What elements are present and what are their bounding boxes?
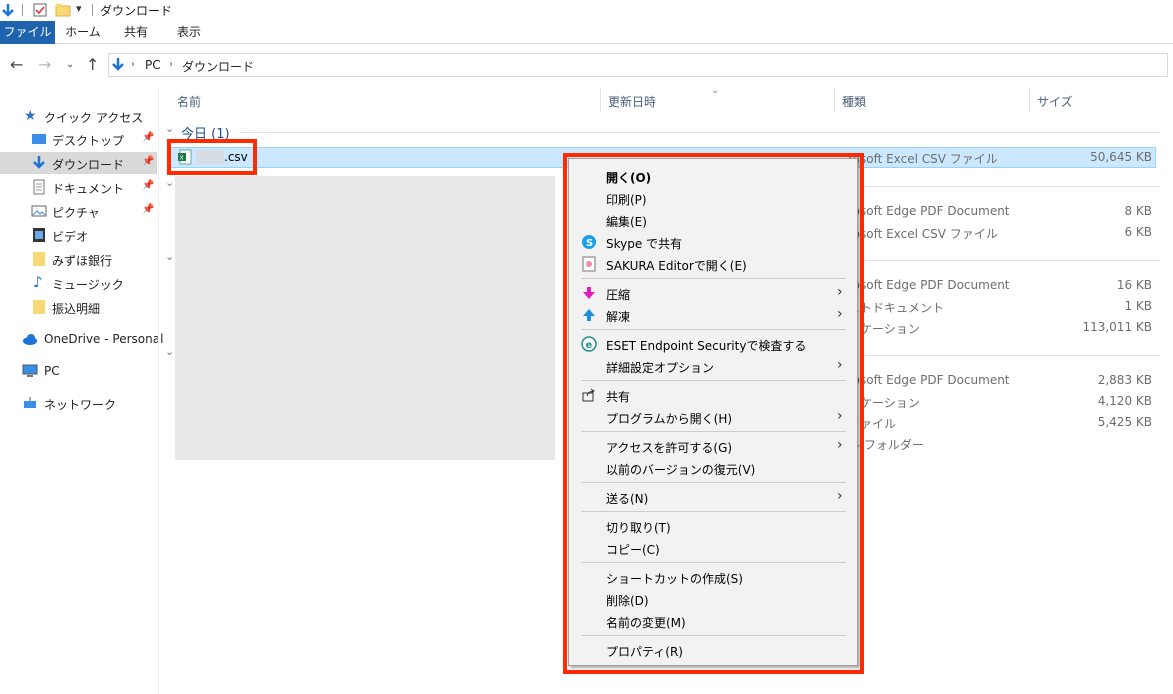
- tab-view[interactable]: 表示: [166, 21, 212, 44]
- group-divider: [860, 260, 1160, 261]
- ribbon-tabs: ファイル ホーム 共有 表示: [0, 21, 1173, 44]
- column-header-modified[interactable]: 更新日時: [608, 93, 656, 110]
- tab-file[interactable]: ファイル: [0, 21, 55, 44]
- collapse-chevron-icon[interactable]: ⌄: [165, 345, 174, 358]
- nav-label: クイック アクセス: [44, 111, 144, 125]
- column-header-size[interactable]: サイズ: [1037, 93, 1073, 110]
- nav-item-music[interactable]: ♪ ミュージック: [0, 272, 157, 294]
- breadcrumb-pc[interactable]: PC: [145, 58, 161, 72]
- folder-icon: [33, 252, 45, 266]
- row-size: 5,425 KB: [1097, 415, 1152, 429]
- star-icon: ★: [24, 108, 37, 124]
- row-type: rosoft Edge PDF Document: [848, 373, 1010, 387]
- nav-label: PC: [44, 364, 60, 378]
- nav-label: ピクチャ: [52, 206, 100, 220]
- row-type: rosoft Excel CSV ファイル: [848, 227, 998, 241]
- file-size: 50,645 KB: [1090, 150, 1152, 164]
- downloads-folder-icon: [112, 58, 124, 71]
- file-type: rosoft Excel CSV ファイル: [848, 152, 998, 166]
- computer-icon: [22, 364, 38, 377]
- column-divider[interactable]: [600, 88, 601, 112]
- network-icon: [24, 397, 36, 408]
- nav-quick-access[interactable]: ★ クイック アクセス: [0, 105, 157, 127]
- group-divider: [860, 186, 1160, 187]
- nav-item-documents[interactable]: ドキュメント 📌: [0, 176, 157, 198]
- breadcrumb-chevron-icon[interactable]: ›: [131, 59, 135, 70]
- desktop-icon: [32, 134, 46, 144]
- nav-label: ネットワーク: [44, 398, 117, 412]
- column-divider[interactable]: [834, 88, 835, 112]
- title-bar: ▾ ダウンロード: [0, 0, 1173, 20]
- column-divider[interactable]: [1029, 88, 1030, 112]
- column-header-name[interactable]: 名前: [177, 93, 201, 110]
- nav-label: OneDrive - Personal: [44, 332, 164, 346]
- nav-item-downloads[interactable]: ダウンロード 📌: [0, 152, 157, 174]
- nav-label: ドキュメント: [52, 182, 125, 196]
- recent-locations-chevron-icon[interactable]: ⌄: [66, 59, 74, 70]
- cloud-icon: [23, 334, 37, 345]
- nav-item-mizuho[interactable]: みずほ銀行: [0, 248, 157, 270]
- breadcrumb-downloads[interactable]: ダウンロード: [182, 58, 254, 75]
- row-size: 8 KB: [1124, 204, 1152, 218]
- highlight-box-menu: [563, 153, 864, 674]
- nav-item-transfer-statements[interactable]: 振込明細: [0, 296, 157, 318]
- pin-icon[interactable]: 📌: [142, 132, 154, 143]
- nav-label: みずほ銀行: [52, 254, 113, 268]
- nav-label: デスクトップ: [52, 134, 125, 148]
- row-size: 4,120 KB: [1097, 394, 1152, 408]
- row-size: 113,011 KB: [1082, 320, 1152, 334]
- row-type: rosoft Edge PDF Document: [848, 204, 1010, 218]
- downloads-icon: [33, 156, 45, 169]
- navigation-pane: ★ クイック アクセス デスクトップ 📌 ダウンロード 📌 ドキュメント 📌 ピ…: [0, 90, 163, 694]
- address-bar[interactable]: [108, 53, 1168, 77]
- nav-label: ビデオ: [52, 230, 89, 244]
- divider: [22, 4, 23, 16]
- nav-pc[interactable]: PC: [0, 360, 157, 382]
- back-arrow-icon[interactable]: ←: [10, 55, 23, 74]
- video-icon: [33, 228, 45, 242]
- tab-home[interactable]: ホーム: [58, 21, 108, 44]
- nav-item-pictures[interactable]: ピクチャ 📌: [0, 200, 157, 222]
- row-size: 16 KB: [1116, 278, 1152, 292]
- folder-icon: [33, 300, 45, 314]
- group-divider: [860, 355, 1160, 356]
- sort-chevron-icon: ⌄: [711, 85, 720, 96]
- row-size: 1 KB: [1124, 299, 1152, 313]
- group-divider: [240, 132, 1160, 133]
- collapse-chevron-icon[interactable]: ⌄: [165, 122, 174, 135]
- new-folder-icon[interactable]: [55, 2, 71, 18]
- collapse-chevron-icon[interactable]: ⌄: [165, 176, 174, 189]
- pin-icon[interactable]: 📌: [142, 180, 154, 191]
- window-title: ダウンロード: [100, 4, 173, 18]
- nav-label: ミュージック: [52, 278, 124, 292]
- pin-icon[interactable]: 📌: [142, 204, 154, 215]
- breadcrumb-chevron-icon[interactable]: ›: [169, 59, 173, 70]
- row-type: rosoft Edge PDF Document: [848, 278, 1010, 292]
- forward-arrow-icon[interactable]: →: [38, 55, 51, 74]
- music-note-icon: ♪: [33, 273, 43, 291]
- column-header-type[interactable]: 種類: [842, 93, 866, 110]
- nav-label: 振込明細: [52, 302, 101, 316]
- pin-icon[interactable]: 📌: [142, 156, 154, 167]
- row-size: 6 KB: [1124, 225, 1152, 239]
- nav-label: ダウンロード: [52, 158, 125, 172]
- collapse-chevron-icon[interactable]: ⌄: [165, 250, 174, 263]
- nav-item-videos[interactable]: ビデオ: [0, 224, 157, 246]
- up-arrow-icon[interactable]: ↑: [86, 55, 99, 74]
- nav-network[interactable]: ネットワーク: [0, 392, 157, 414]
- properties-checkbox-icon[interactable]: [32, 2, 48, 18]
- nav-item-desktop[interactable]: デスクトップ 📌: [0, 128, 157, 150]
- customize-toolbar-icon[interactable]: ▾: [76, 2, 82, 15]
- highlight-box-file: [167, 139, 257, 175]
- row-size: 2,883 KB: [1097, 373, 1152, 387]
- tab-share[interactable]: 共有: [113, 21, 159, 44]
- divider: [92, 4, 93, 16]
- pane-divider: [158, 88, 159, 694]
- redacted-area: [175, 176, 555, 460]
- nav-onedrive[interactable]: OneDrive - Personal: [0, 328, 163, 350]
- down-arrow-icon[interactable]: [0, 2, 16, 18]
- pictures-icon: [31, 205, 47, 217]
- documents-icon: [33, 179, 45, 195]
